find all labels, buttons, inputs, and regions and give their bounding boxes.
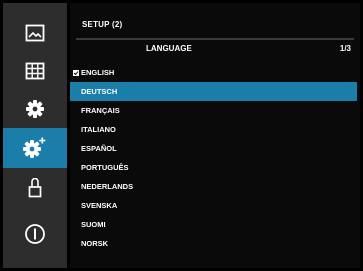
checkbox-checked-icon [73,69,79,76]
language-label: SUOMI [81,220,106,229]
info-icon [24,223,46,245]
sidebar-item-info[interactable] [3,215,67,253]
check-slot [73,63,81,82]
language-option-francais[interactable]: FRANÇAIS [70,101,357,120]
language-label: PORTUGUÊS [81,163,129,172]
language-label: NEDERLANDS [81,182,134,191]
language-option-italiano[interactable]: ITALIANO [70,120,357,139]
language-label: DEUTSCH [81,87,118,96]
sidebar-item-setup-2[interactable] [3,128,67,168]
language-label: FRANÇAIS [81,106,120,115]
language-label: ESPAÑOL [81,144,117,153]
gear-icon [25,99,45,119]
language-label: ITALIANO [81,125,116,134]
sidebar-item-lock[interactable] [3,169,67,207]
photo-icon [25,24,45,42]
language-panel: SETUP (2) LANGUAGE 1/3 ENGLISH DEUTSCH F… [70,3,360,268]
language-option-suomi[interactable]: SUOMI [70,215,357,234]
sidebar-item-grid[interactable] [3,52,67,90]
camera-setup-screen: SETUP (2) LANGUAGE 1/3 ENGLISH DEUTSCH F… [0,0,363,271]
language-option-portugues[interactable]: PORTUGUÊS [70,158,357,177]
section-title: LANGUAGE [146,44,192,53]
sidebar-item-photo[interactable] [3,14,67,52]
language-option-english[interactable]: ENGLISH [70,63,357,82]
language-label: NORSK [81,239,109,248]
page-indicator: 1/3 [339,44,351,53]
menu-sidebar [3,3,67,268]
language-option-deutsch[interactable]: DEUTSCH [70,82,357,101]
page-title: SETUP (2) [82,20,123,29]
language-label: SVENSKA [81,201,118,210]
grid-icon [25,62,45,80]
title-divider [76,38,354,40]
language-option-norsk[interactable]: NORSK [70,234,357,253]
language-option-espanol[interactable]: ESPAÑOL [70,139,357,158]
gear-plus-icon [23,137,47,159]
language-option-nederlands[interactable]: NEDERLANDS [70,177,357,196]
lock-icon [28,178,42,198]
language-label: ENGLISH [81,68,115,77]
language-option-svenska[interactable]: SVENSKA [70,196,357,215]
sidebar-item-setup-1[interactable] [3,90,67,128]
